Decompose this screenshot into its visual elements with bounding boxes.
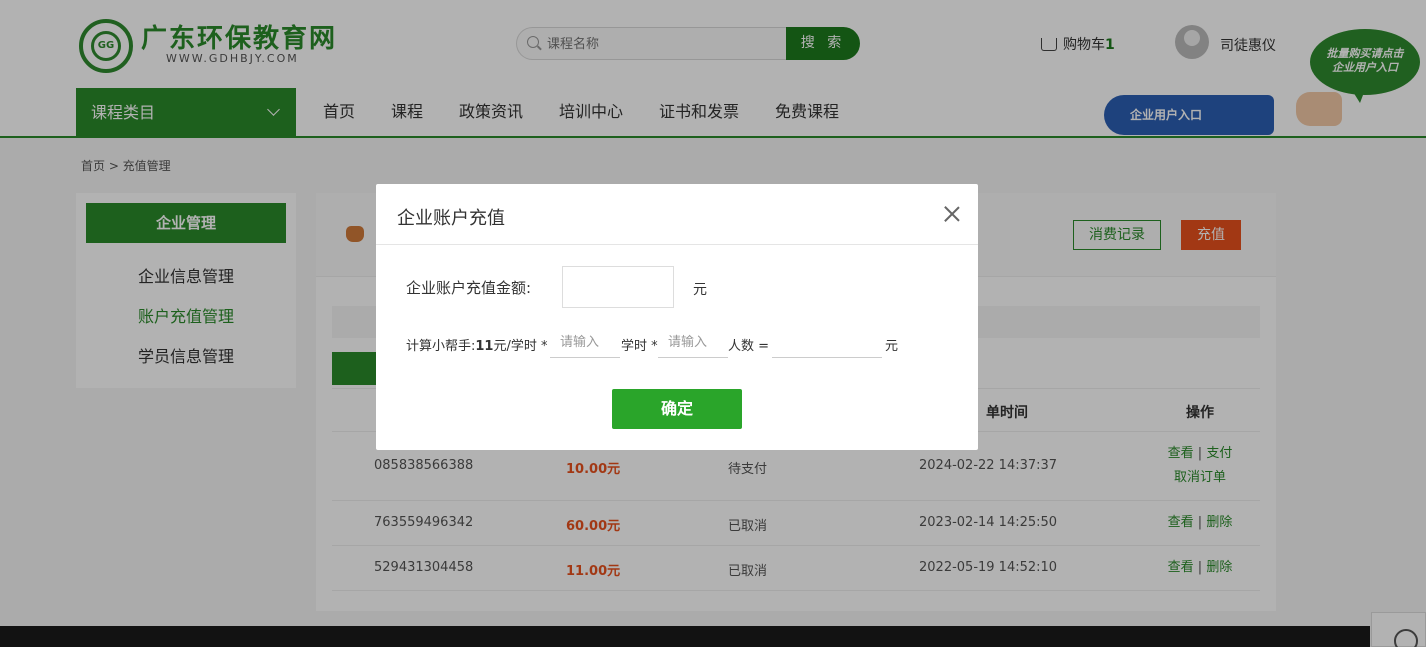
calc-rate: 11 <box>475 339 494 354</box>
modal-title: 企业账户充值 <box>397 208 505 229</box>
calc-prefix: 计算小帮手: <box>406 339 476 354</box>
people-suffix: 人数 = <box>728 339 770 354</box>
hours-input[interactable] <box>550 328 620 358</box>
calc-rate-unit: 元/学时 * <box>493 339 548 354</box>
calc-helper-label: 计算小帮手:11元/学时 * <box>406 335 548 354</box>
result-unit: 元 <box>885 339 899 354</box>
confirm-button[interactable]: 确定 <box>612 389 742 429</box>
hours-suffix: 学时 * <box>621 339 658 354</box>
recharge-amount-input[interactable] <box>562 266 674 308</box>
close-icon[interactable] <box>942 204 962 224</box>
modal-header: 企业账户充值 <box>376 184 978 245</box>
result-input[interactable] <box>772 328 882 358</box>
amount-label: 企业账户充值金额: <box>406 279 532 297</box>
recharge-modal: 企业账户充值 企业账户充值金额: 元 计算小帮手:11元/学时 * 学时 * 人… <box>376 184 978 450</box>
amount-unit: 元 <box>693 282 707 298</box>
people-input[interactable] <box>658 328 728 358</box>
